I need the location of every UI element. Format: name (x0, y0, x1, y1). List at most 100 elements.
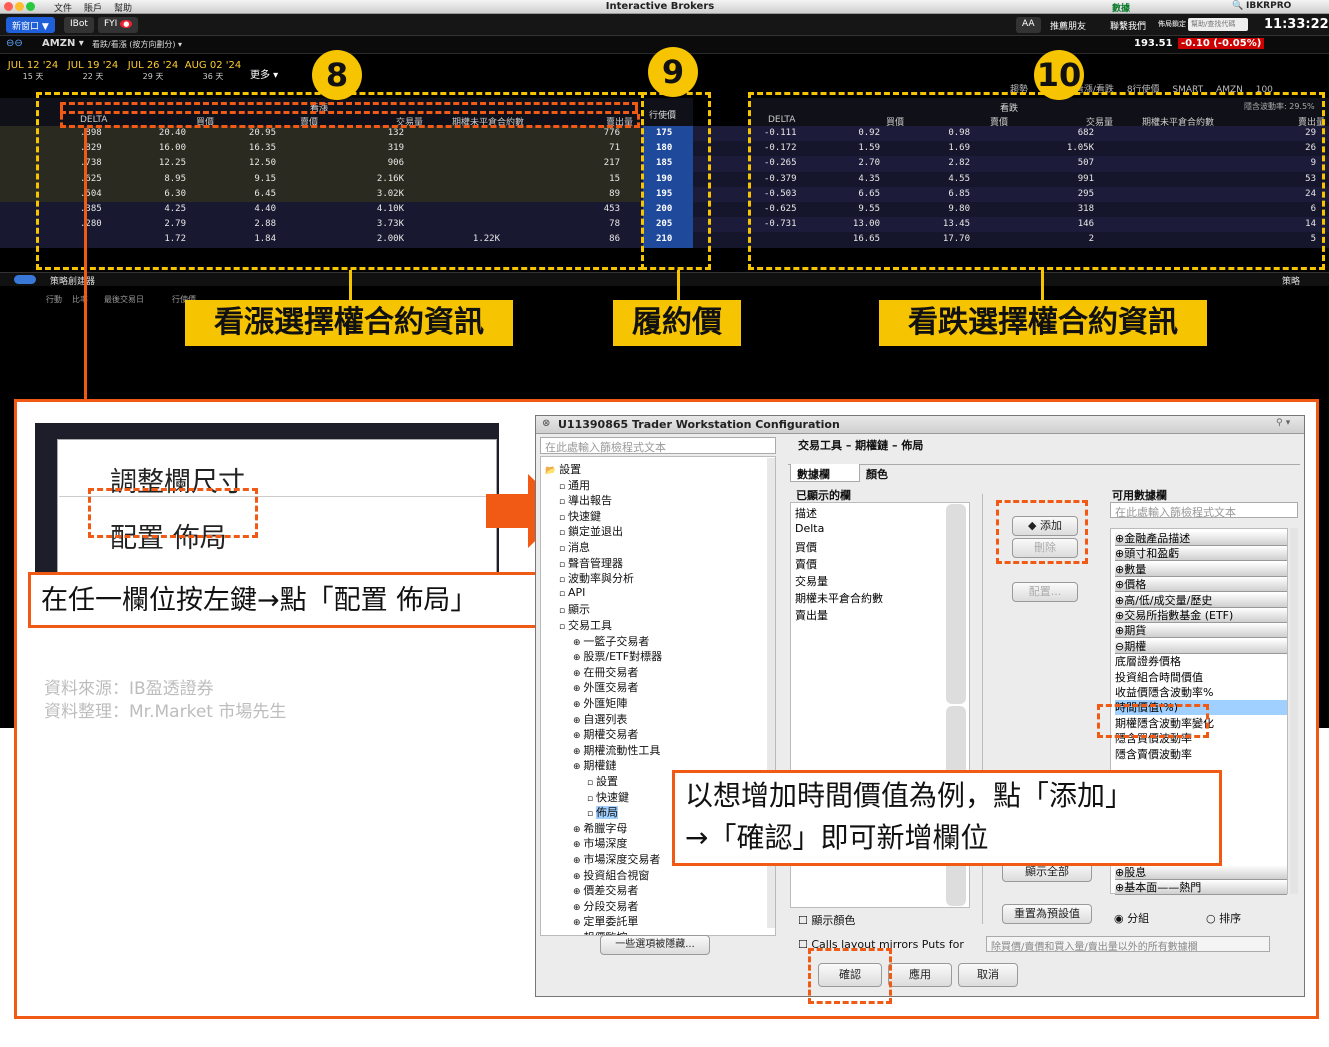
shown-scrollbar[interactable] (946, 504, 966, 704)
tree-item[interactable]: ▫ 導出報告 (559, 492, 612, 508)
cancel-button[interactable]: 取消 (958, 963, 1018, 987)
tree-item[interactable]: ⊕ 期權流動性工具 (573, 742, 660, 758)
help-search-input[interactable]: 幫助/查找代碼 (1188, 18, 1248, 31)
contact-button[interactable]: 聯繫我們 (1104, 17, 1153, 33)
shown-column-item[interactable]: 賣出量 (795, 607, 828, 623)
tree-item[interactable]: ⊕ 期權交易者 (573, 726, 638, 742)
strategy-select[interactable]: 看跌/看漲 (按方向劃分) ▾ (92, 39, 182, 50)
reset-default-button[interactable]: 重置為預設值 (1002, 904, 1092, 924)
available-column-item[interactable]: ⊕基本面——熱門 (1115, 880, 1287, 896)
hidden-options-button[interactable]: 一些選項被隱藏... (600, 935, 710, 955)
tree-item[interactable]: ▫ 鎖定並退出 (559, 523, 623, 539)
tree-item[interactable]: ▫ 設置 (587, 773, 618, 789)
sort-radio[interactable]: ○ 排序 (1206, 910, 1241, 926)
available-column-item[interactable]: ⊕金融產品描述 (1115, 531, 1287, 546)
expiration-tab[interactable]: AUG 02 '24 36 天 (182, 60, 244, 82)
tree-item[interactable]: ⊕ 市場深度交易者 (573, 851, 660, 867)
tree-item[interactable]: ▫ 佈局 (587, 804, 618, 820)
tab-columns[interactable]: 數據欄 (790, 464, 860, 482)
available-column-item[interactable]: 投資組合時間價值 (1115, 670, 1287, 685)
new-window-button[interactable]: 新窗口 ▼ (6, 17, 55, 33)
configure-column-button[interactable]: 配置... (1012, 582, 1078, 602)
tree-item[interactable]: ⊕ 一籃子交易者 (573, 633, 649, 649)
tree-item[interactable]: ⊕ 投資組合視窗 (573, 867, 649, 883)
available-scrollbar[interactable] (1290, 528, 1298, 894)
available-column-item[interactable]: ⊕交易所指數基金 (ETF) (1115, 608, 1287, 623)
available-column-item[interactable]: ⊕期貨 (1115, 623, 1287, 639)
data-badge[interactable]: 數據 (1112, 1, 1130, 14)
font-size-button[interactable]: AA (1016, 17, 1041, 33)
menu-account[interactable]: 賬戶 (84, 4, 102, 14)
tree-item[interactable]: ⊕ 在冊交易者 (573, 664, 638, 680)
tree-item[interactable]: ⊕ 期權鏈 (573, 757, 616, 773)
layout-lock-button[interactable]: 佈局鎖定 (1152, 17, 1192, 33)
tab-colors[interactable]: 顏色 (866, 466, 888, 482)
tree-item[interactable]: 📂 設置 (545, 461, 581, 477)
symbol-select[interactable]: AMZN ▾ (42, 38, 84, 49)
tree-item[interactable]: ▫ 快速鍵 (587, 789, 629, 805)
tree-item[interactable]: ▫ 交易工具 (559, 617, 612, 633)
more-expirations-button[interactable]: 更多 ▾ (250, 66, 278, 81)
available-column-item[interactable]: ⊖期權 (1115, 638, 1287, 654)
tree-item[interactable]: ⊕ 市場深度 (573, 835, 627, 851)
tree-item[interactable]: ⊕ 股票/ETF對標器 (573, 648, 662, 664)
show-color-checkbox[interactable]: ☐ 顯示顏色 (798, 912, 855, 928)
tree-item-label: 設置 (559, 463, 582, 476)
tree-item-label: 價差交易者 (583, 884, 639, 898)
recommend-button[interactable]: 推薦朋友 (1044, 17, 1093, 33)
expiration-tab[interactable]: JUL 12 '24 15 天 (2, 60, 64, 82)
available-column-item[interactable]: 隱含賣價波動率 (1115, 747, 1287, 762)
available-column-item[interactable]: ⊕頭寸和盈虧 (1115, 546, 1287, 562)
shown-column-item[interactable]: 賣價 (795, 556, 817, 572)
tree-item[interactable]: ⊕ 外匯交易者 (573, 679, 638, 695)
tree-item[interactable]: ▫ 波動率與分析 (559, 570, 634, 586)
col-action[interactable]: 行動 (46, 294, 62, 305)
tree-item[interactable]: ⊕ 自選列表 (573, 711, 627, 727)
tree-item[interactable]: ▫ 消息 (559, 539, 590, 555)
minimize-window-icon[interactable] (15, 2, 24, 11)
col-last-trade[interactable]: 最後交易日 (104, 294, 144, 305)
available-column-item[interactable]: 收益價隱含波動率% (1115, 685, 1287, 700)
expiration-tab[interactable]: JUL 26 '24 29 天 (122, 60, 184, 82)
menu-file[interactable]: 文件 (54, 4, 72, 14)
ibot-button[interactable]: IBot (64, 17, 94, 33)
expiration-tab[interactable]: JUL 19 '24 22 天 (62, 60, 124, 82)
group-radio[interactable]: ◉ 分組 (1114, 910, 1149, 926)
close-window-icon[interactable] (4, 2, 13, 11)
expand-icon: ⊕ (573, 684, 584, 695)
available-column-item[interactable]: ⊕股息 (1115, 865, 1287, 880)
apply-button[interactable]: 應用 (888, 963, 952, 987)
tree-item[interactable]: ⊕ 分段交易者 (573, 898, 638, 914)
mirror-select[interactable]: 除買價/賣價和買入量/賣出量以外的所有數據欄 (986, 936, 1270, 952)
tree-item[interactable]: ⊕ 外匯矩陣 (573, 695, 627, 711)
available-column-item[interactable]: ⊕數量 (1115, 561, 1287, 577)
tree-item[interactable]: ▫ 顯示 (559, 601, 590, 617)
tree-item[interactable]: ▫ 聲音管理器 (559, 555, 623, 571)
shown-column-item[interactable]: 交易量 (795, 573, 828, 589)
close-dialog-icon[interactable]: ⊗ (542, 418, 550, 429)
available-filter-input[interactable]: 在此處輸入篩檢程式文本 (1110, 502, 1298, 519)
menu-help[interactable]: 幫助 (114, 4, 132, 14)
tree-item[interactable]: ▫ 通用 (559, 477, 590, 493)
strategy-right[interactable]: 策略 (1282, 274, 1300, 287)
link-icon[interactable]: ⊖⊖ (6, 38, 23, 49)
shown-column-item[interactable]: 描述 (795, 505, 817, 521)
calls-label: 看漲選擇權合約資訊 (185, 300, 513, 346)
zoom-window-icon[interactable] (26, 2, 35, 11)
shown-column-item[interactable]: 買價 (795, 539, 817, 555)
tree-item[interactable]: ⊕ 希臘字母 (573, 820, 627, 836)
tree-item[interactable]: ▫ API (559, 586, 585, 599)
tree-item-label: 期權流動性工具 (583, 743, 661, 757)
available-column-item[interactable]: ⊕價格 (1115, 577, 1287, 593)
available-column-item[interactable]: ⊕高/低/成交量/歷史 (1115, 592, 1287, 608)
fyi-button[interactable]: FYI ● (98, 17, 139, 33)
tree-item[interactable]: ▫ 快速鍵 (559, 508, 601, 524)
pin-icon[interactable]: ⚲ ▾ (1276, 418, 1290, 428)
shown-column-item[interactable]: 期權未平倉合約數 (795, 590, 883, 606)
available-column-item[interactable]: 底層證券價格 (1115, 654, 1287, 669)
config-filter-input[interactable]: 在此處輸入篩檢程式文本 (540, 437, 776, 454)
tree-item[interactable]: ⊕ 價差交易者 (573, 882, 638, 898)
shown-column-item[interactable]: Delta (795, 522, 824, 535)
tree-item[interactable]: ⊕ 定單委託單 (573, 913, 638, 929)
strategy-toggle[interactable] (14, 275, 36, 284)
